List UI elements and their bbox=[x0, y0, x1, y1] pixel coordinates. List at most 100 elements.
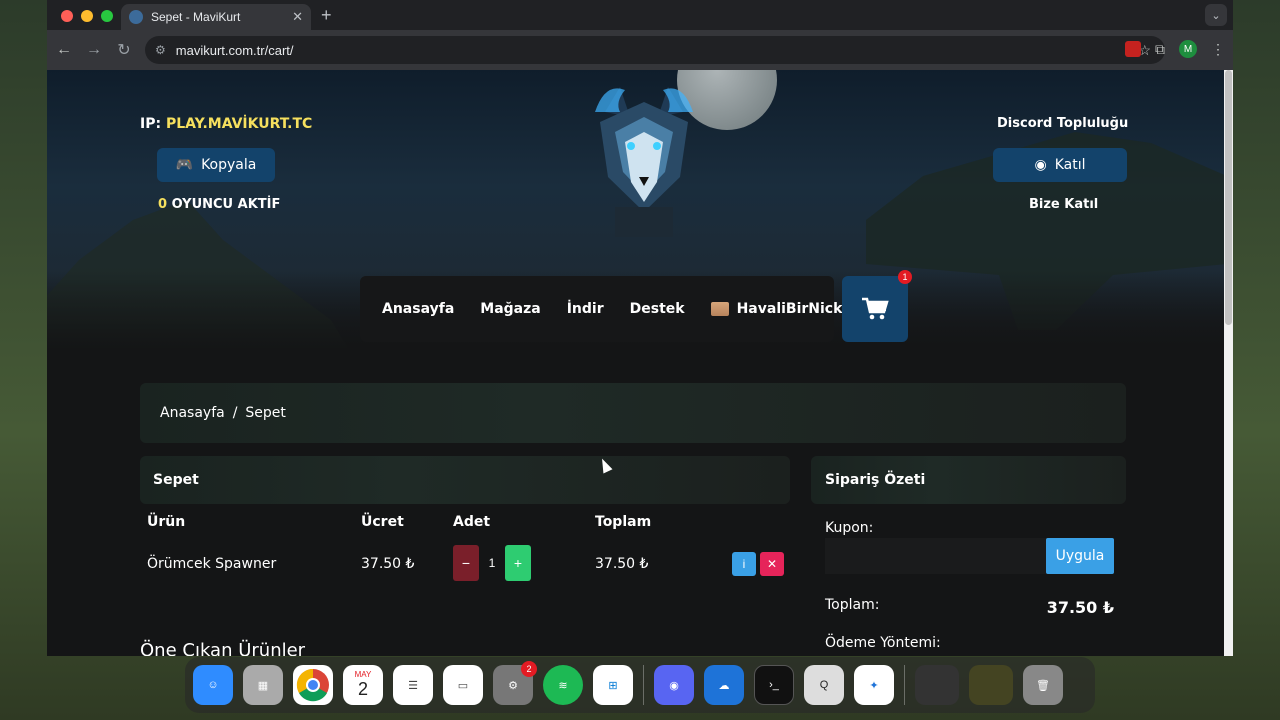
safari-icon[interactable]: ✦ bbox=[854, 665, 894, 705]
reload-button[interactable]: ↻ bbox=[109, 40, 139, 60]
item-total: 37.50 ₺ bbox=[595, 556, 649, 572]
calendar-icon[interactable]: MAY 2 bbox=[343, 665, 383, 705]
players-online: 0 OYUNCU AKTİF bbox=[158, 197, 280, 212]
maximize-window-button[interactable] bbox=[101, 10, 113, 22]
window-controls bbox=[61, 10, 113, 22]
remove-item-button[interactable]: ✕ bbox=[760, 552, 784, 576]
summary-panel-header: Sipariş Özeti bbox=[811, 456, 1126, 504]
toolbar-right: ⧉ M ⋮ bbox=[1125, 40, 1225, 58]
user-dropdown[interactable]: HavaliBirNick ▾ bbox=[710, 301, 857, 317]
copy-ip-button[interactable]: 🎮 Kopyala bbox=[157, 148, 275, 182]
nav-anasayfa[interactable]: Anasayfa bbox=[382, 301, 454, 317]
tab-bar: Sepet - MaviKurt ✕ + ⌄ bbox=[47, 0, 1233, 30]
cart-count-badge: 1 bbox=[898, 270, 912, 284]
minimize-window-button[interactable] bbox=[81, 10, 93, 22]
quantity-value: 1 bbox=[488, 556, 496, 570]
chrome-logo bbox=[296, 668, 329, 702]
windows-app-icon[interactable]: ⊞ bbox=[593, 665, 633, 705]
calendar-day: 2 bbox=[357, 679, 368, 699]
nav-indir[interactable]: İndir bbox=[567, 301, 604, 317]
players-label: OYUNCU AKTİF bbox=[171, 197, 281, 212]
reminders-icon[interactable]: ☰ bbox=[393, 665, 433, 705]
close-window-button[interactable] bbox=[61, 10, 73, 22]
finder-icon[interactable]: ☺ bbox=[193, 665, 233, 705]
browser-tab[interactable]: Sepet - MaviKurt ✕ bbox=[121, 4, 311, 30]
cart-button[interactable] bbox=[842, 276, 908, 342]
cart-icon bbox=[862, 297, 889, 320]
web-page: IP: PLAY.MAVİKURT.TC 🎮 Kopyala 0 OYUNCU … bbox=[47, 70, 1224, 656]
copy-label: Kopyala bbox=[201, 157, 257, 173]
summary-title: Sipariş Özeti bbox=[825, 472, 926, 488]
site-info-icon[interactable]: ⚙ bbox=[155, 43, 166, 57]
menu-kebab-icon[interactable]: ⋮ bbox=[1211, 41, 1225, 58]
column-header-product: Ürün bbox=[147, 514, 186, 530]
quicktime-icon[interactable]: Q bbox=[804, 665, 844, 705]
decrease-quantity-button[interactable]: − bbox=[453, 545, 479, 581]
notes-icon[interactable]: ▭ bbox=[443, 665, 483, 705]
profile-avatar[interactable]: M bbox=[1179, 40, 1197, 58]
terminal-icon[interactable]: ›_ bbox=[754, 665, 794, 705]
minimized-window-1[interactable] bbox=[915, 665, 959, 705]
forward-button[interactable]: → bbox=[79, 41, 109, 59]
settings-badge: 2 bbox=[521, 661, 537, 677]
nav-destek[interactable]: Destek bbox=[630, 301, 685, 317]
coupon-label: Kupon: bbox=[825, 520, 874, 536]
close-tab-icon[interactable]: ✕ bbox=[292, 9, 303, 25]
nav-magaza[interactable]: Mağaza bbox=[480, 301, 540, 317]
discord-join-button[interactable]: ◉ Katıl bbox=[993, 148, 1127, 182]
browser-window: Sepet - MaviKurt ✕ + ⌄ ← → ↻ ⚙ mavikurt.… bbox=[47, 0, 1233, 656]
dock-separator-2 bbox=[904, 665, 905, 705]
breadcrumb-current: Sepet bbox=[245, 405, 286, 421]
minimized-window-2[interactable] bbox=[969, 665, 1013, 705]
trash-icon[interactable]: 🗑 bbox=[1023, 665, 1063, 705]
dock-separator bbox=[643, 665, 644, 705]
cart-title: Sepet bbox=[153, 472, 199, 488]
item-name: Örümcek Spawner bbox=[147, 556, 277, 572]
players-count: 0 bbox=[158, 197, 168, 212]
launchpad-icon[interactable]: ▦ bbox=[243, 665, 283, 705]
tab-search-button[interactable]: ⌄ bbox=[1205, 4, 1227, 26]
column-header-qty: Adet bbox=[453, 514, 491, 530]
discord-subtitle: Bize Katıl bbox=[1029, 197, 1099, 212]
breadcrumb: Anasayfa / Sepet bbox=[140, 383, 1126, 443]
back-button[interactable]: ← bbox=[49, 41, 79, 59]
discord-title: Discord Topluluğu bbox=[997, 116, 1129, 131]
spotify-icon[interactable]: ≋ bbox=[543, 665, 583, 705]
dock: ☺ ▦ MAY 2 ☰ ▭ ⚙ 2 ≋ ⊞ ◉ ☁ ›_ Q ✦ 🗑 bbox=[185, 657, 1095, 713]
payment-method-label: Ödeme Yöntemi: bbox=[825, 635, 941, 651]
tab-title: Sepet - MaviKurt bbox=[151, 10, 241, 24]
column-header-price: Ücret bbox=[361, 514, 404, 530]
total-label: Toplam: bbox=[825, 597, 880, 613]
settings-icon[interactable]: ⚙ 2 bbox=[493, 661, 537, 705]
chrome-icon[interactable] bbox=[293, 665, 333, 705]
ip-prefix: IP: bbox=[140, 116, 162, 132]
browser-toolbar: ← → ↻ ⚙ mavikurt.com.tr/cart/ ☆ ⧉ M ⋮ bbox=[47, 30, 1233, 70]
new-tab-button[interactable]: + bbox=[321, 5, 332, 26]
item-price: 37.50 ₺ bbox=[361, 556, 415, 572]
ip-value: PLAY.MAVİKURT.TC bbox=[165, 116, 313, 132]
discord-icon: ◉ bbox=[1034, 157, 1047, 173]
extension-icon[interactable] bbox=[1125, 41, 1141, 57]
column-header-total: Toplam bbox=[595, 514, 652, 530]
coupon-input[interactable] bbox=[825, 538, 1047, 574]
discord-button-label: Katıl bbox=[1054, 157, 1086, 173]
username: HavaliBirNick bbox=[736, 301, 843, 317]
discord-dock-icon[interactable]: ◉ bbox=[654, 665, 694, 705]
server-ip: IP: PLAY.MAVİKURT.TC bbox=[140, 116, 312, 132]
breadcrumb-home[interactable]: Anasayfa bbox=[160, 405, 225, 421]
cart-panel-header: Sepet bbox=[140, 456, 790, 504]
breadcrumb-separator: / bbox=[232, 405, 238, 421]
page-scrollbar[interactable] bbox=[1224, 70, 1233, 656]
favicon-icon bbox=[129, 10, 143, 24]
wolf-logo bbox=[595, 87, 693, 237]
extensions-puzzle-icon[interactable]: ⧉ bbox=[1155, 41, 1165, 58]
weather-icon[interactable]: ☁ bbox=[704, 665, 744, 705]
increase-quantity-button[interactable]: + bbox=[505, 545, 531, 581]
address-bar[interactable]: ⚙ mavikurt.com.tr/cart/ ☆ bbox=[145, 36, 1165, 64]
main-nav: Anasayfa Mağaza İndir Destek HavaliBirNi… bbox=[360, 276, 857, 342]
item-info-button[interactable]: i bbox=[732, 552, 756, 576]
featured-products-title: Öne Çıkan Ürünler bbox=[140, 640, 306, 656]
scrollbar-thumb[interactable] bbox=[1225, 70, 1232, 325]
quantity-stepper: − 1 + bbox=[453, 545, 531, 581]
apply-coupon-button[interactable]: Uygula bbox=[1046, 538, 1114, 574]
